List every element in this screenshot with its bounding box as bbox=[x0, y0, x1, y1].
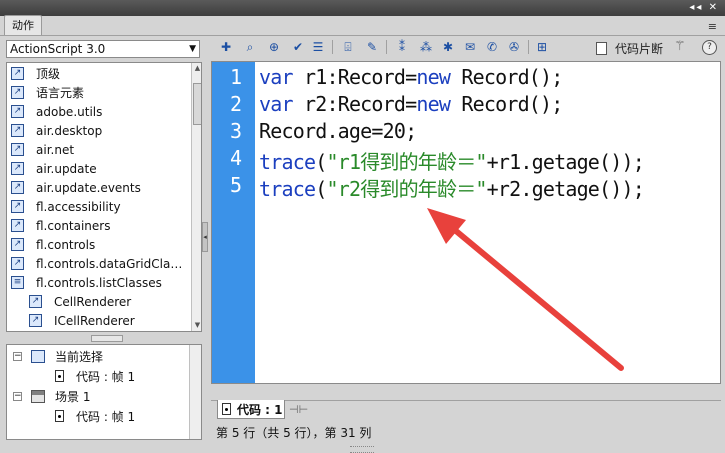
selection-icon bbox=[31, 349, 45, 363]
toolbox-item[interactable]: ↗ fl.controls bbox=[11, 235, 95, 254]
resize-grip-icon[interactable] bbox=[350, 446, 374, 453]
toolbox-scrollbar[interactable]: ▲ ▼ bbox=[191, 63, 201, 331]
tab-code-1[interactable]: 代码 : 1 bbox=[217, 400, 285, 419]
collapse-braces-icon[interactable]: ⁑ bbox=[394, 39, 410, 55]
toolbox-item[interactable]: ↗ fl.containers bbox=[11, 216, 110, 235]
script-navigator: − 当前选择 代码 : 帧 1 − 场景 1 代码 : 帧 1 bbox=[6, 344, 202, 440]
scene-icon bbox=[31, 389, 45, 403]
add-statement-icon[interactable]: ✚ bbox=[218, 39, 234, 55]
panel-splitter[interactable] bbox=[6, 334, 202, 342]
toolbox-item[interactable]: ↗ air.desktop bbox=[11, 121, 102, 140]
help-icon[interactable]: ? bbox=[702, 40, 717, 55]
nav-current-frame[interactable]: 代码 : 帧 1 bbox=[55, 366, 135, 386]
nav-current-selection[interactable]: − 当前选择 bbox=[13, 346, 103, 366]
chevron-down-icon: ▼ bbox=[189, 44, 196, 54]
panel-tab-actions[interactable]: 动作 bbox=[4, 15, 42, 36]
apply-block-comment-icon[interactable]: ✉ bbox=[462, 39, 478, 55]
toolbox-item[interactable]: ↗ air.net bbox=[11, 140, 74, 159]
collapse-left-pane-icon[interactable]: ◂ bbox=[202, 222, 208, 252]
check-syntax-icon[interactable]: ✔ bbox=[290, 39, 306, 55]
book-icon: ↗ bbox=[11, 200, 24, 213]
toolbar-separator bbox=[386, 40, 387, 54]
toolbox-item[interactable]: ↗ 顶级 bbox=[11, 64, 60, 83]
toolbox-item[interactable]: ↗ ICellRenderer bbox=[29, 311, 135, 330]
book-icon: ↗ bbox=[11, 143, 24, 156]
scroll-down-icon[interactable]: ▼ bbox=[193, 321, 201, 330]
collapse-icon[interactable]: − bbox=[13, 391, 22, 401]
actions-toolbar: ✚ ⌕ ⊕ ✔ ☰ ⌹ ✎ ⁑ ⁂ ✱ ✉ ✆ ✇ ⊞ 代码片断 ⚚ ? bbox=[212, 37, 722, 59]
toolbox-item[interactable]: ↗ adobe.utils bbox=[11, 102, 102, 121]
panel-window-buttons[interactable]: ◂◂ ✕ bbox=[689, 2, 719, 13]
annotation-arrow bbox=[427, 208, 624, 371]
frame-icon bbox=[222, 403, 231, 415]
code-hint-icon[interactable]: ⌹ bbox=[340, 39, 356, 55]
actions-toolbox: ↗ 顶级 ↗ 语言元素 ↗ adobe.utils ↗ air.desktop ↗ air… bbox=[6, 62, 202, 332]
show-hide-toolbox-icon[interactable]: ⊞ bbox=[534, 39, 550, 55]
book-icon: ↗ bbox=[11, 105, 24, 118]
open-book-icon: ≡ bbox=[11, 276, 24, 289]
book-icon: ↗ bbox=[11, 181, 24, 194]
script-editor[interactable]: 1 2 3 4 5 var r1:Record=new Record(); va… bbox=[211, 61, 721, 384]
code-snippets-button[interactable]: 代码片断 bbox=[596, 39, 663, 57]
class-icon: ↗ bbox=[29, 295, 42, 308]
scroll-up-icon[interactable]: ▲ bbox=[193, 64, 201, 73]
version-select-value: ActionScript 3.0 bbox=[10, 42, 106, 56]
toolbar-separator bbox=[528, 40, 529, 54]
book-icon: ↗ bbox=[11, 67, 24, 80]
navigator-scrollbar[interactable] bbox=[189, 345, 201, 439]
actionscript-version-select[interactable]: ActionScript 3.0 ▼ bbox=[6, 40, 200, 58]
frame-icon bbox=[55, 370, 64, 382]
toolbox-item[interactable]: ≡ fl.controls.listClasses bbox=[11, 273, 162, 292]
book-icon: ↗ bbox=[11, 219, 24, 232]
find-icon[interactable]: ⌕ bbox=[242, 39, 258, 55]
toolbox-item[interactable]: ↗ fl.controls.dataGridCla… bbox=[11, 254, 182, 273]
nav-scene-frame[interactable]: 代码 : 帧 1 bbox=[55, 406, 135, 426]
pin-script-icon[interactable]: ⊣⊢ bbox=[289, 403, 308, 416]
script-tabs: 代码 : 1 ⊣⊢ bbox=[211, 400, 721, 421]
remove-comment-icon[interactable]: ✇ bbox=[506, 39, 522, 55]
nav-scene[interactable]: − 场景 1 bbox=[13, 386, 90, 406]
toolbox-item[interactable]: ↗ fl.accessibility bbox=[11, 197, 121, 216]
class-icon: ↗ bbox=[29, 314, 42, 327]
toolbox-item[interactable]: ↗ air.update bbox=[11, 159, 97, 178]
collapse-icon[interactable]: − bbox=[13, 351, 22, 361]
scrollbar-thumb[interactable] bbox=[193, 83, 201, 125]
splitter-grip-icon[interactable] bbox=[91, 335, 123, 342]
debug-options-icon[interactable]: ✎ bbox=[364, 39, 380, 55]
divider bbox=[0, 35, 725, 36]
panel-menu-icon[interactable]: ≡ bbox=[708, 20, 717, 33]
frame-icon bbox=[55, 410, 64, 422]
book-icon: ↗ bbox=[11, 238, 24, 251]
auto-format-icon[interactable]: ☰ bbox=[310, 39, 326, 55]
book-icon: ↗ bbox=[11, 124, 24, 137]
cursor-status: 第 5 行（共 5 行），第 31 列 bbox=[216, 426, 372, 440]
book-icon: ↗ bbox=[11, 162, 24, 175]
apply-line-comment-icon[interactable]: ✆ bbox=[484, 39, 500, 55]
script-assist-wand-icon[interactable]: ⚚ bbox=[674, 39, 692, 55]
toolbar-separator bbox=[332, 40, 333, 54]
panel-title-bar[interactable]: ◂◂ ✕ bbox=[0, 0, 725, 16]
target-path-icon[interactable]: ⊕ bbox=[266, 39, 282, 55]
toolbox-item[interactable]: ↗ 语言元素 bbox=[11, 83, 84, 102]
book-icon: ↗ bbox=[11, 86, 24, 99]
book-icon: ↗ bbox=[11, 257, 24, 270]
collapse-selection-icon[interactable]: ⁂ bbox=[418, 39, 434, 55]
document-icon bbox=[596, 41, 607, 55]
toolbox-item[interactable]: ↗ CellRenderer bbox=[29, 292, 131, 311]
toolbox-item[interactable]: ↗ air.update.events bbox=[11, 178, 141, 197]
expand-all-icon[interactable]: ✱ bbox=[440, 39, 456, 55]
